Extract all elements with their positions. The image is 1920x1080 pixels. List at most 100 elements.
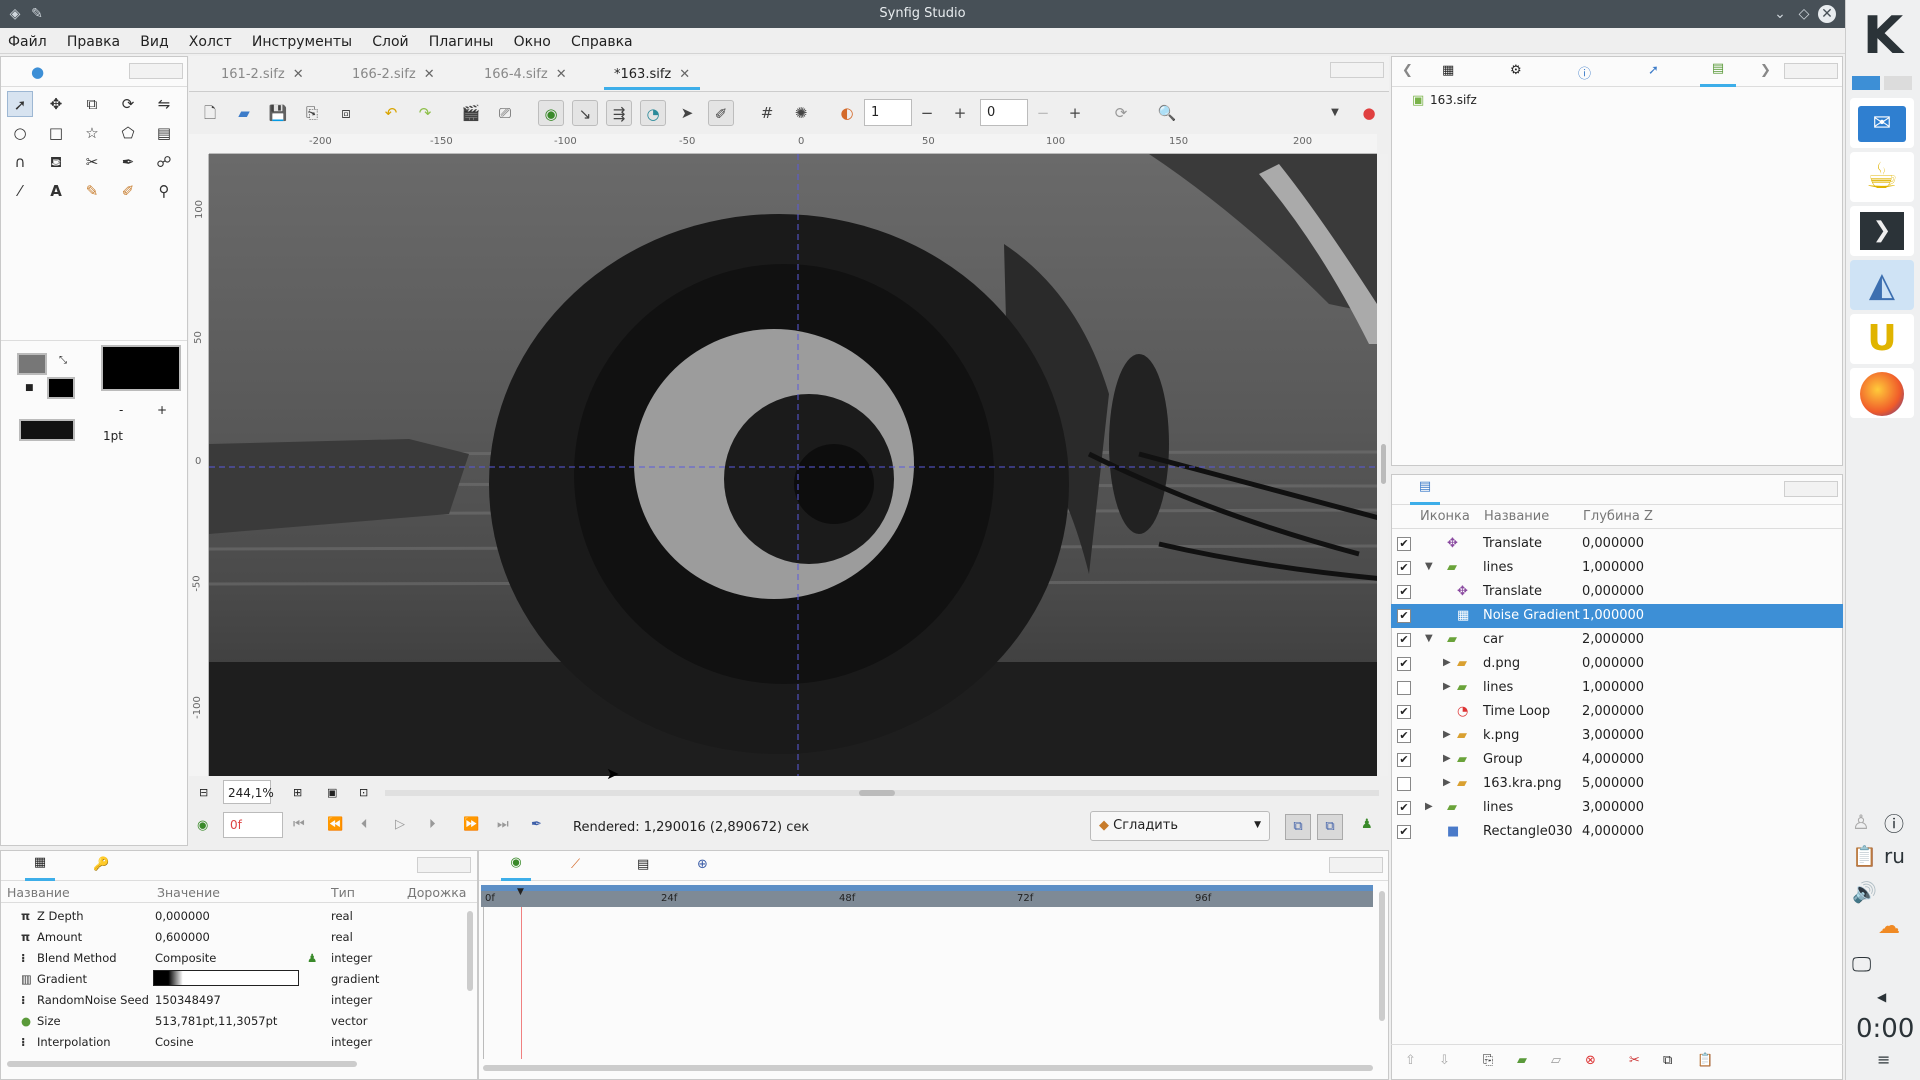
interpolation-select[interactable]: ◆ Сгладить ▼ [1090,811,1270,841]
sound-tab-icon[interactable]: ▤ [637,857,649,872]
param-row[interactable]: ⁝ Interpolation Cosine integer [1,1031,471,1052]
layer-visibility-checkbox[interactable] [1397,681,1411,695]
layer-visibility-checkbox[interactable]: ✔ [1397,657,1411,671]
panel-grip[interactable] [1784,481,1838,497]
clipboard-icon[interactable]: 📋 [1852,844,1877,868]
open-file-icon[interactable]: ▰ [231,100,257,126]
param-row[interactable]: π Amount 0,600000 real [1,926,471,947]
lock-past-keyframe-icon[interactable]: ⧉ [1285,814,1311,840]
tray-expand-icon[interactable]: ◀ [1877,990,1886,1004]
eyedropper-tool-icon[interactable]: ⁄ [7,178,33,204]
raise-layer-icon[interactable]: ⇧ [1405,1053,1416,1068]
expand-open-icon[interactable]: ▼ [1425,633,1433,644]
zoom-fit-icon[interactable]: ▣ [327,786,337,799]
cutout-tool-icon[interactable]: ✂ [79,149,105,175]
seek-begin-icon[interactable]: ⏮ [293,817,305,832]
duplicate-layer-icon[interactable]: ⎘ [1483,1053,1493,1068]
close-tab-icon[interactable]: ✕ [679,67,690,82]
gradient-swatch[interactable] [19,419,75,441]
seek-end-icon[interactable]: ⏭ [497,817,509,832]
firefox-app-icon[interactable] [1850,368,1914,418]
zoom-out-icon[interactable]: ⊟ [199,786,208,799]
menu-file[interactable]: Файл [0,28,55,50]
grid-icon[interactable]: # [754,100,780,126]
layer-visibility-checkbox[interactable]: ✔ [1397,609,1411,623]
group-layer-icon[interactable]: ▰ [1517,1053,1527,1068]
magnet-app-icon[interactable]: U [1850,314,1914,364]
info-tab-icon[interactable]: ⓘ [1578,63,1591,82]
brush-size-increase[interactable]: + [157,403,167,417]
undo-icon[interactable]: ↶ [378,100,404,126]
panel-grip[interactable] [129,63,183,79]
volume-icon[interactable]: 🔊 [1852,880,1877,904]
param-row[interactable]: ▥ Gradient gradient [1,968,471,989]
library-tab-icon[interactable]: ▤ [1700,61,1736,87]
bounds-icon[interactable]: ✒ [531,817,542,832]
onion-skin-icon[interactable]: ◐ [834,100,860,126]
maximize-icon[interactable]: ◇ [1795,5,1813,23]
show-tangent-icon[interactable]: ➤ [674,100,700,126]
layer-row[interactable]: ▶ ▰ lines 1,000000 [1391,676,1843,700]
play-icon[interactable]: ▷ [395,817,405,832]
params-tab-icon[interactable]: ▦ [25,855,55,881]
circle-tool-icon[interactable]: ○ [7,120,33,146]
paste-icon[interactable]: 📋 [1697,1053,1713,1068]
delete-layer-icon[interactable]: ⊗ [1585,1053,1596,1068]
transform-tool-icon[interactable]: ➚ [7,91,33,117]
col-param-name[interactable]: Название [7,885,70,900]
show-ducks-icon[interactable]: ↘ [572,100,598,126]
mail-app-icon[interactable]: ✉ [1850,98,1914,148]
menu-layer[interactable]: Слой [364,28,416,50]
layer-visibility-checkbox[interactable]: ✔ [1397,729,1411,743]
prev-keyframe-icon[interactable]: ⏪ [327,817,343,832]
fill-color-swatch[interactable] [47,377,75,399]
gradient-tool-icon[interactable]: ▤ [151,120,177,146]
param-row[interactable]: ⁝ RandomNoise Seed 150348497 integer [1,989,471,1010]
current-frame-input[interactable]: 0f [223,812,283,838]
layer-row[interactable]: ✔ ▶ ▰ d.png 0,000000 [1391,652,1843,676]
rectangle-tool-icon[interactable]: □ [43,120,69,146]
panel-grip[interactable] [1330,62,1384,78]
layer-row[interactable]: ▶ ▰ 163.kra.png 5,000000 [1391,772,1843,796]
timetrack-vscroll[interactable] [1379,891,1385,1021]
zoom-in-icon[interactable]: ⊞ [293,786,302,799]
time-ruler[interactable]: 0f 24f 48f 72f 96f ▼ [481,885,1373,907]
brush-size-label[interactable]: 1pt [103,429,123,443]
layer-visibility-checkbox[interactable]: ✔ [1397,801,1411,815]
tab-163[interactable]: *163.sifz ✕ [604,58,701,90]
layers-tab-icon[interactable]: ▤ [1410,479,1440,505]
chevron-left-icon[interactable]: ❮ [1402,63,1413,78]
navigator-tab-icon[interactable]: ➚ [1648,63,1659,78]
ktea-app-icon[interactable]: ☕ [1850,152,1914,202]
close-tab-icon[interactable]: ✕ [556,67,567,82]
param-value[interactable]: Cosine [155,1035,194,1049]
layer-row[interactable]: ✔ ▶ ▰ k.png 3,000000 [1391,724,1843,748]
width-tool-icon[interactable]: ✒ [115,149,141,175]
bone-tool-icon[interactable]: ☍ [151,149,177,175]
param-value[interactable]: 0,000000 [155,909,210,923]
polygon-tool-icon[interactable]: ⬠ [115,120,141,146]
layer-visibility-checkbox[interactable] [1397,777,1411,791]
layer-visibility-checkbox[interactable]: ✔ [1397,585,1411,599]
zoom-icon[interactable]: 🔍 [1154,100,1180,126]
layer-row[interactable]: ✔ ▼ ▰ lines 1,000000 [1391,556,1843,580]
spline-tool-icon[interactable]: ∩ [7,149,33,175]
swap-colors-icon[interactable]: ⤡ [59,355,67,366]
layer-visibility-checkbox[interactable]: ✔ [1397,753,1411,767]
terminal-app-icon[interactable]: ❯ [1850,206,1914,256]
new-file-icon[interactable]: 🗋 [197,100,223,126]
tab-166-4[interactable]: 166-4.sifz ✕ [484,58,567,90]
close-tab-icon[interactable]: ✕ [424,67,435,82]
layer-visibility-checkbox[interactable]: ✔ [1397,705,1411,719]
preview-icon[interactable]: ⎚ [492,100,518,126]
network-icon[interactable]: 🖵 [1852,952,1871,976]
rotate-tool-icon[interactable]: ⟳ [115,91,141,117]
menu-tools[interactable]: Инструменты [244,28,360,50]
animation-toggle-icon[interactable]: ♟ [1361,817,1373,832]
layer-row[interactable]: ✔ ◔ Time Loop 2,000000 [1391,700,1843,724]
menu-plugins[interactable]: Плагины [421,28,502,50]
param-row[interactable]: ● Size 513,781pt,11,3057pt vector [1,1010,471,1031]
expand-closed-icon[interactable]: ▶ [1443,729,1451,740]
expand-closed-icon[interactable]: ▶ [1443,777,1451,788]
zoom-level-input[interactable]: 244,1% [223,780,274,804]
